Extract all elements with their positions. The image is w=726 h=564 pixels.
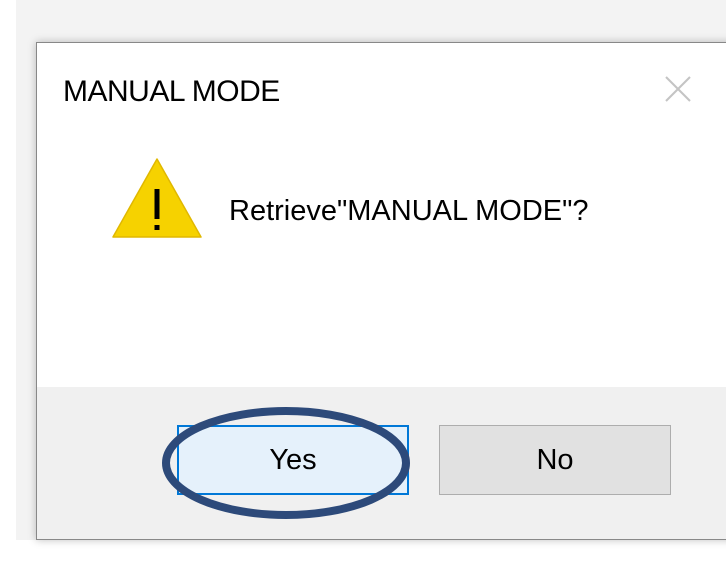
close-icon — [665, 76, 691, 102]
dialog-message: Retrieve"MANUAL MODE"? — [229, 195, 589, 227]
warning-icon — [109, 155, 205, 241]
dialog-title: MANUAL MODE — [63, 75, 280, 108]
message-dialog: MANUAL MODE Retrieve"MANUAL MODE"? Yes N… — [36, 42, 726, 540]
yes-button[interactable]: Yes — [177, 425, 409, 495]
dialog-titlebar[interactable]: MANUAL MODE — [37, 43, 726, 139]
dialog-button-bar: Yes No — [37, 387, 726, 539]
close-button[interactable] — [649, 65, 707, 113]
no-button[interactable]: No — [439, 425, 671, 495]
